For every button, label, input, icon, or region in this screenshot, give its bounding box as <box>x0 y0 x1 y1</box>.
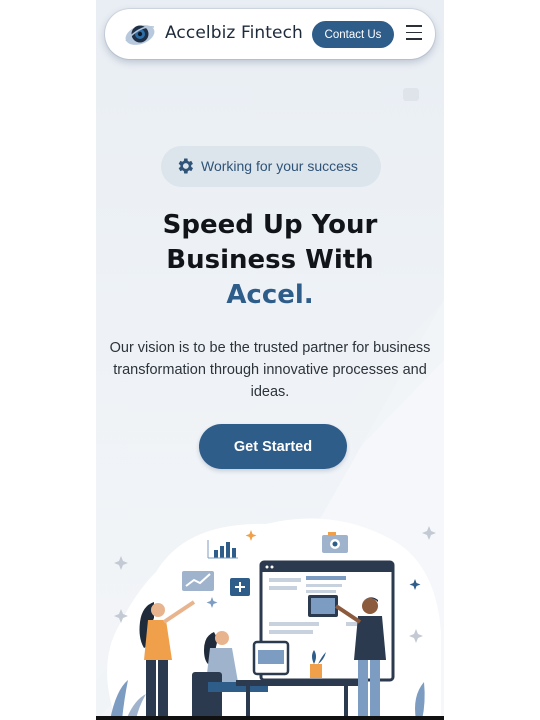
faint-decoration <box>403 88 419 101</box>
system-bottom-edge <box>96 716 444 720</box>
tagline-text: Working for your success <box>201 158 358 174</box>
logo-icon[interactable] <box>123 21 157 47</box>
mobile-viewport: Accelbiz Fintech Contact Us Working for … <box>96 0 444 720</box>
contact-us-button[interactable]: Contact Us <box>312 21 394 48</box>
get-started-button[interactable]: Get Started <box>199 424 347 469</box>
hero-illustration <box>107 518 441 720</box>
top-navbar: Accelbiz Fintech Contact Us <box>105 9 435 59</box>
headline-accent: Accel. <box>226 280 314 310</box>
hero-headline: Speed Up Your Business With Accel. <box>96 208 444 313</box>
hero-description: Our vision is to be the trusted partner … <box>109 340 431 400</box>
gear-icon <box>178 158 193 174</box>
headline-line-1: Speed Up Your <box>162 210 378 240</box>
brand-name[interactable]: Accelbiz Fintech <box>165 23 303 43</box>
headline-line-2: Business With <box>166 245 374 275</box>
tagline-badge: Working for your success <box>161 146 381 187</box>
hamburger-menu-icon[interactable] <box>406 25 422 41</box>
